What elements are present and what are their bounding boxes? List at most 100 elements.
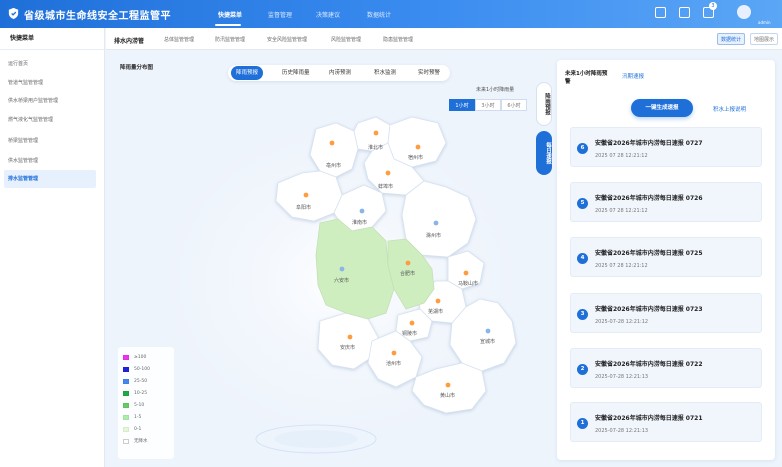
subnav-title: 排水内涝管 bbox=[114, 38, 145, 45]
rain-marker-maanshan[interactable] bbox=[463, 270, 469, 276]
daily-report-side-button[interactable]: 每日速报 bbox=[536, 131, 552, 175]
report-title[interactable]: 安徽省2026年城市内涝每日速报 0722 bbox=[595, 359, 703, 368]
tab-hazard[interactable]: 隐患监管管理 bbox=[383, 36, 413, 43]
report-panel-title: 未来1小时降雨预警 bbox=[565, 71, 608, 85]
rain-marker-huainan[interactable] bbox=[359, 208, 365, 214]
tab-water-monitor[interactable]: 积水监测 bbox=[374, 68, 396, 76]
tab-realtime-alert[interactable]: 实时预警 bbox=[418, 68, 440, 76]
legend-item: ≥100 bbox=[123, 351, 169, 363]
report-card[interactable]: 5 安徽省2026年城市内涝每日速报 0726 2025 07 28 12:21… bbox=[570, 182, 762, 222]
city-label-fuyang: 阜阳市 bbox=[296, 204, 311, 211]
report-title[interactable]: 安徽省2026年城市内涝每日速报 0723 bbox=[595, 304, 703, 313]
rain-marker-hefei[interactable] bbox=[405, 260, 411, 266]
sidebar-item-lpg[interactable]: 燃气液化气监管管理 bbox=[0, 111, 105, 129]
rain-marker-suzhou[interactable] bbox=[415, 144, 421, 150]
tab-history-rain[interactable]: 历史降雨量 bbox=[282, 68, 310, 76]
rain-marker-bozhou[interactable] bbox=[329, 140, 335, 146]
layer-tabs: 降雨预报 历史降雨量 内涝预测 积水监测 实时预警 bbox=[228, 65, 450, 81]
sidebar-item-drainage[interactable]: 排水监管管理 bbox=[4, 170, 96, 188]
report-card[interactable]: 1 安徽省2026年城市内涝每日速报 0721 2025-07-28 12:21… bbox=[570, 402, 762, 442]
app-title: 省级城市生命线安全工程监管平 bbox=[24, 11, 171, 22]
view-map-button[interactable]: 地图展示 bbox=[750, 33, 779, 45]
sidebar-item-home[interactable]: 运行首页 bbox=[0, 55, 105, 73]
report-number: 5 bbox=[577, 198, 588, 209]
flood-report-link[interactable]: 汛期速报 bbox=[622, 72, 644, 80]
sub-navigation: 排水内涝管 总体监管管理 防汛监管管理 安全风险监管管理 风险监管管理 隐患监管… bbox=[106, 28, 782, 50]
rain-marker-chizhou[interactable] bbox=[391, 350, 397, 356]
tab-waterlog-predict[interactable]: 内涝预测 bbox=[329, 68, 351, 76]
report-number: 2 bbox=[577, 364, 588, 375]
city-label-wuhu: 芜湖市 bbox=[428, 308, 443, 315]
rain-marker-tongling[interactable] bbox=[409, 320, 415, 326]
map-base-disc bbox=[274, 430, 358, 448]
legend-label: ≥100 bbox=[134, 354, 147, 360]
rain-marker-luan[interactable] bbox=[339, 266, 345, 272]
hour-3-button[interactable]: 3小时 bbox=[475, 99, 501, 111]
nav-supervision[interactable]: 监督管理 bbox=[268, 10, 292, 19]
report-title[interactable]: 安徽省2026年城市内涝每日速报 0725 bbox=[595, 248, 703, 257]
legend-item: 50-100 bbox=[123, 363, 169, 375]
rain-marker-huangshan[interactable] bbox=[445, 382, 451, 388]
city-label-suzhou: 宿州市 bbox=[408, 154, 423, 161]
city-label-maanshan: 马鞍山市 bbox=[458, 280, 478, 287]
tab-flood[interactable]: 防汛监管管理 bbox=[215, 36, 245, 43]
sidebar-item-water-bridge[interactable]: 供水桥梁用户监管管理 bbox=[0, 92, 105, 110]
tab-risk[interactable]: 风险监管管理 bbox=[331, 36, 361, 43]
report-panel: 未来1小时降雨预警 汛期速报 一键生成速报 积水上报说明 6 安徽省2026年城… bbox=[557, 60, 775, 460]
legend-item: 10-25 bbox=[123, 387, 169, 399]
legend-swatch bbox=[123, 378, 129, 384]
report-number: 6 bbox=[577, 143, 588, 154]
username[interactable]: admin bbox=[758, 20, 771, 25]
city-label-xuancheng: 宣城市 bbox=[480, 338, 495, 345]
rain-marker-wuhu[interactable] bbox=[435, 298, 441, 304]
legend-swatch bbox=[123, 438, 129, 444]
report-time: 2025-07-28 12:21:12 bbox=[595, 319, 649, 325]
hour-6-button[interactable]: 6小时 bbox=[501, 99, 527, 111]
report-title[interactable]: 安徽省2026年城市内涝每日速报 0721 bbox=[595, 413, 703, 422]
rain-marker-bengbu[interactable] bbox=[385, 170, 391, 176]
rain-marker-huaibei[interactable] bbox=[373, 130, 379, 136]
tab-rain-forecast[interactable]: 降雨预报 bbox=[231, 66, 264, 80]
sidebar-item-gas-pipe[interactable]: 管道气监管管理 bbox=[0, 74, 105, 92]
report-title[interactable]: 安徽省2026年城市内涝每日速报 0726 bbox=[595, 193, 703, 202]
hour-1-button[interactable]: 1小时 bbox=[449, 99, 475, 111]
legend-label: 5-10 bbox=[134, 402, 145, 408]
report-card[interactable]: 6 安徽省2026年城市内涝每日速报 0727 2025 07 28 12:21… bbox=[570, 127, 762, 167]
sidebar-item-water-supply[interactable]: 供水监管管理 bbox=[0, 152, 105, 170]
nav-decision[interactable]: 决策建议 bbox=[316, 10, 340, 19]
report-title[interactable]: 安徽省2026年城市内涝每日速报 0727 bbox=[595, 138, 703, 147]
user-avatar[interactable] bbox=[737, 5, 751, 19]
guide-link[interactable]: 积水上报说明 bbox=[713, 105, 746, 113]
report-card[interactable]: 4 安徽省2026年城市内涝每日速报 0725 2025 07 28 12:21… bbox=[570, 237, 762, 277]
legend-item: 0-1 bbox=[123, 423, 169, 435]
nav-statistics[interactable]: 数据统计 bbox=[367, 10, 391, 19]
sidebar-item-bridge[interactable]: 桥梁监管管理 bbox=[0, 132, 105, 150]
shield-logo-icon bbox=[8, 7, 19, 20]
report-card[interactable]: 3 安徽省2026年城市内涝每日速报 0723 2025-07-28 12:21… bbox=[570, 293, 762, 333]
screen-icon[interactable] bbox=[655, 7, 666, 18]
forecast-label: 未来1小时降雨量 bbox=[476, 87, 515, 93]
city-label-hefei: 合肥市 bbox=[400, 270, 415, 277]
rain-marker-chuzhou[interactable] bbox=[433, 220, 439, 226]
view-data-button[interactable]: 数据统计 bbox=[717, 33, 746, 45]
rain-marker-xuancheng[interactable] bbox=[485, 328, 491, 334]
legend-swatch bbox=[123, 414, 129, 420]
tab-safety-risk[interactable]: 安全风险监管管理 bbox=[267, 36, 307, 43]
rain-forecast-side-button[interactable]: 降雨预报 bbox=[536, 82, 552, 126]
city-label-chuzhou: 滁州市 bbox=[426, 232, 441, 239]
sidebar-title: 快捷菜单 bbox=[0, 28, 104, 50]
rain-marker-anqing[interactable] bbox=[347, 334, 353, 340]
tab-overall[interactable]: 总体监管管理 bbox=[164, 36, 194, 43]
nav-quick-menu[interactable]: 快捷菜单 bbox=[218, 10, 242, 19]
generate-report-button[interactable]: 一键生成速报 bbox=[631, 99, 693, 117]
rain-marker-fuyang[interactable] bbox=[303, 192, 309, 198]
city-label-huainan: 淮南市 bbox=[352, 219, 367, 226]
monitor-icon[interactable] bbox=[679, 7, 690, 18]
legend-item: 5-10 bbox=[123, 399, 169, 411]
report-card[interactable]: 2 安徽省2026年城市内涝每日速报 0722 2025-07-28 12:21… bbox=[570, 348, 762, 388]
top-header: 省级城市生命线安全工程监管平 快捷菜单 监督管理 决策建议 数据统计 3 adm… bbox=[0, 0, 782, 28]
report-time: 2025 07 28 12:21:12 bbox=[595, 153, 648, 159]
legend-swatch bbox=[123, 426, 129, 432]
legend-swatch bbox=[123, 366, 129, 372]
report-time: 2025 07 28 12:21:12 bbox=[595, 208, 648, 214]
